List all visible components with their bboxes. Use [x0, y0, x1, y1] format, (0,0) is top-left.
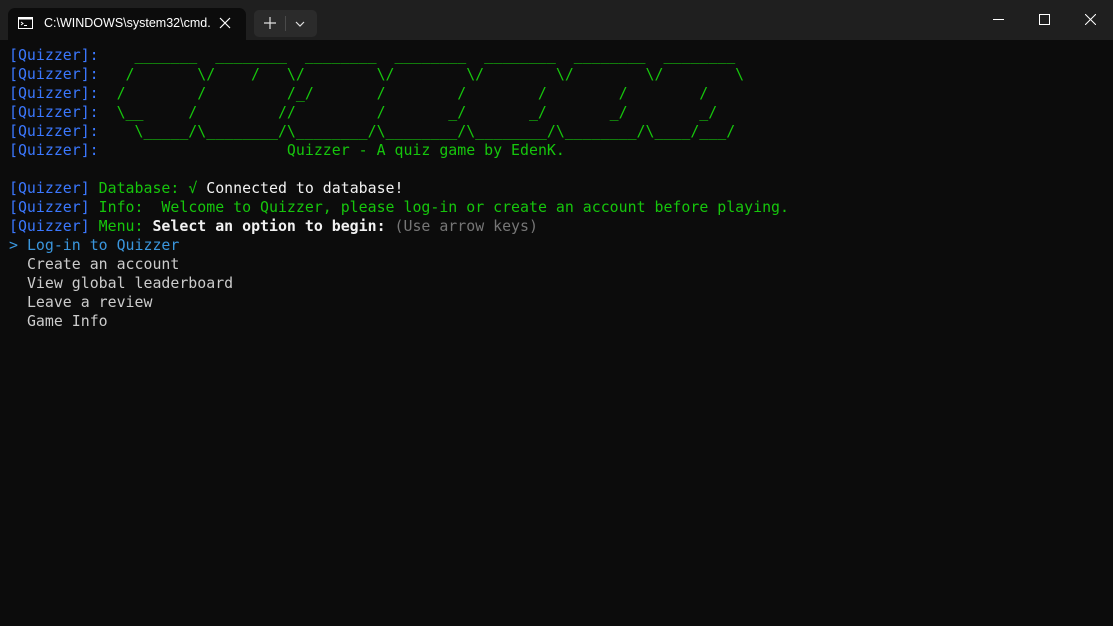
banner-line: [Quizzer]: \__ / // / _/ _/ _/ _/ — [9, 103, 718, 121]
menu-option-label: Create an account — [26, 255, 180, 273]
info-message: Welcome to Quizzer, please log-in or cre… — [161, 198, 789, 216]
maximize-button[interactable] — [1021, 0, 1067, 40]
tab-dropdown-button[interactable] — [286, 10, 317, 37]
maximize-icon — [1039, 14, 1050, 25]
menu-option-review[interactable]: Leave a review — [9, 293, 1104, 312]
minimize-button[interactable] — [975, 0, 1021, 40]
minimize-icon — [993, 19, 1004, 20]
log-prefix: [Quizzer] — [9, 217, 90, 235]
tagline-line: [Quizzer]: Quizzer - A quiz game by Eden… — [9, 141, 565, 159]
close-icon — [1085, 14, 1096, 25]
banner-line: [Quizzer]: / \/ / \/ \/ \/ \/ \/ \ — [9, 65, 745, 83]
menu-line: [Quizzer] Menu: Select an option to begi… — [9, 217, 1104, 236]
terminal-output[interactable]: [Quizzer]: _______ ________ ________ ___… — [9, 46, 1104, 616]
check-icon: √ — [188, 179, 198, 197]
new-tab-button[interactable] — [254, 10, 285, 37]
info-label: Info: — [98, 198, 144, 216]
database-line: [Quizzer] Database: √ Connected to datab… — [9, 179, 1104, 198]
cursor-icon: > — [9, 236, 18, 254]
dropdown-chevron-icon — [295, 21, 305, 27]
menu-option-leaderboard[interactable]: View global leaderboard — [9, 274, 1104, 293]
tab-cmd[interactable]: C:\WINDOWS\system32\cmd. — [8, 8, 246, 40]
banner-line: [Quizzer]: / / /_/ / / / / / — [9, 84, 709, 102]
tab-title: C:\WINDOWS\system32\cmd. — [44, 16, 211, 30]
menu-option-label: View global leaderboard — [26, 274, 234, 292]
database-message: Connected to database! — [206, 179, 404, 197]
menu-option-game-info[interactable]: Game Info — [9, 312, 1104, 331]
menu-option-create-account[interactable]: Create an account — [9, 255, 1104, 274]
menu-label: Menu: — [98, 217, 144, 235]
tab-close-icon[interactable] — [218, 16, 232, 30]
tab-actions — [254, 10, 317, 37]
cmd-icon — [18, 17, 33, 29]
database-label: Database: — [98, 179, 180, 197]
banner-line: [Quizzer]: _______ ________ ________ ___… — [9, 46, 745, 64]
title-bar: C:\WINDOWS\system32\cmd. — [0, 0, 1113, 40]
menu-prompt: Select an option to begin: — [152, 217, 386, 235]
log-prefix: [Quizzer] — [9, 179, 90, 197]
log-prefix: [Quizzer] — [9, 198, 90, 216]
menu-option-login[interactable]: > Log-in to Quizzer — [9, 236, 1104, 255]
new-tab-icon — [264, 17, 276, 29]
tagline: Quizzer - A quiz game by EdenK. — [286, 141, 565, 159]
menu-option-label: Game Info — [26, 312, 108, 330]
banner-line: [Quizzer]: \_____/\________/\________/\_… — [9, 122, 736, 140]
menu-option-label: Leave a review — [26, 293, 153, 311]
menu-option-label: Log-in to Quizzer — [26, 236, 180, 254]
terminal-window: C:\WINDOWS\system32\cmd. [Quizzer]: ____… — [0, 0, 1113, 626]
menu-hint: (Use arrow keys) — [394, 217, 538, 235]
info-line: [Quizzer] Info: Welcome to Quizzer, plea… — [9, 198, 1104, 217]
close-button[interactable] — [1067, 0, 1113, 40]
